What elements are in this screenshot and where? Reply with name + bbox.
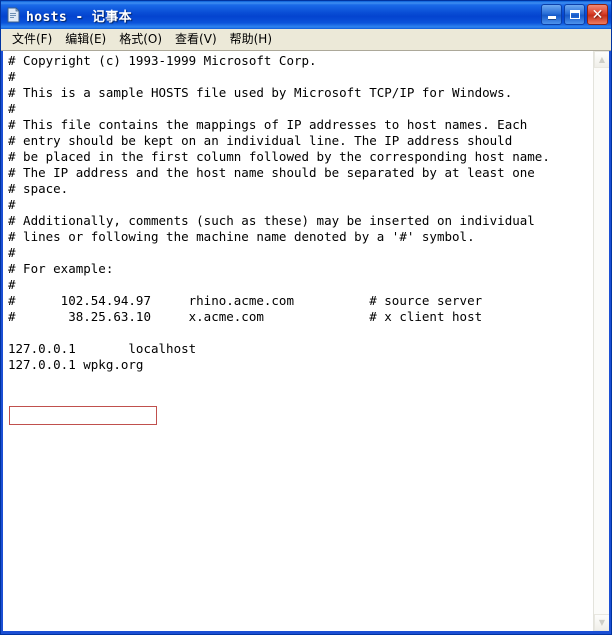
scrollbar-track[interactable] bbox=[594, 68, 609, 614]
window-controls: ✕ bbox=[541, 4, 608, 25]
text-line: 127.0.0.1 wpkg.org bbox=[8, 357, 144, 372]
client-area: # Copyright (c) 1993-1999 Microsoft Corp… bbox=[1, 51, 611, 634]
text-line bbox=[8, 325, 593, 341]
text-line: # For example: bbox=[8, 261, 114, 276]
minimize-icon bbox=[547, 16, 556, 19]
menu-item-file[interactable]: 文件(F) bbox=[6, 31, 59, 48]
text-line: # be placed in the first column followed… bbox=[8, 149, 550, 164]
title-bar[interactable]: hosts - 记事本 ✕ bbox=[1, 1, 611, 29]
text-line: # This is a sample HOSTS file used by Mi… bbox=[8, 85, 513, 100]
close-icon: ✕ bbox=[591, 6, 604, 23]
text-line: # bbox=[8, 101, 16, 116]
menu-item-edit[interactable]: 编辑(E) bbox=[59, 31, 113, 48]
text-line: # Copyright (c) 1993-1999 Microsoft Corp… bbox=[8, 53, 317, 68]
close-button[interactable]: ✕ bbox=[587, 4, 608, 25]
text-line: # bbox=[8, 277, 16, 292]
text-line: # lines or following the machine name de… bbox=[8, 229, 475, 244]
minimize-button[interactable] bbox=[541, 4, 562, 25]
notepad-document-icon bbox=[5, 7, 21, 23]
text-line: # 38.25.63.10 x.acme.com # x client host bbox=[8, 309, 483, 324]
vertical-scrollbar[interactable]: ▲ ▼ bbox=[593, 51, 609, 631]
maximize-icon bbox=[569, 10, 580, 19]
highlight-annotation-box bbox=[9, 406, 157, 425]
text-line: # 102.54.94.97 rhino.acme.com # source s… bbox=[8, 293, 483, 308]
scroll-down-arrow-icon[interactable]: ▼ bbox=[594, 614, 609, 631]
notepad-window: hosts - 记事本 ✕ 文件(F) 编辑(E) 格式(O) 查看(V) 帮助… bbox=[0, 0, 612, 635]
menu-item-format[interactable]: 格式(O) bbox=[113, 31, 169, 48]
text-line: # space. bbox=[8, 181, 69, 196]
text-line: # This file contains the mappings of IP … bbox=[8, 117, 528, 132]
menu-item-help[interactable]: 帮助(H) bbox=[224, 31, 279, 48]
menu-item-view[interactable]: 查看(V) bbox=[169, 31, 224, 48]
text-line: # Additionally, comments (such as these)… bbox=[8, 213, 535, 228]
window-title: hosts - 记事本 bbox=[26, 9, 133, 25]
text-line: # bbox=[8, 245, 16, 260]
text-editor[interactable]: # Copyright (c) 1993-1999 Microsoft Corp… bbox=[3, 51, 593, 631]
menu-bar: 文件(F) 编辑(E) 格式(O) 查看(V) 帮助(H) bbox=[1, 29, 611, 51]
text-line: # entry should be kept on an individual … bbox=[8, 133, 513, 148]
scroll-up-arrow-icon[interactable]: ▲ bbox=[594, 51, 609, 68]
text-line: 127.0.0.1 localhost bbox=[8, 341, 197, 356]
text-line: # The IP address and the host name shoul… bbox=[8, 165, 535, 180]
text-line: # bbox=[8, 69, 16, 84]
text-line: # bbox=[8, 197, 16, 212]
text-content[interactable]: # Copyright (c) 1993-1999 Microsoft Corp… bbox=[8, 53, 593, 373]
maximize-button[interactable] bbox=[564, 4, 585, 25]
